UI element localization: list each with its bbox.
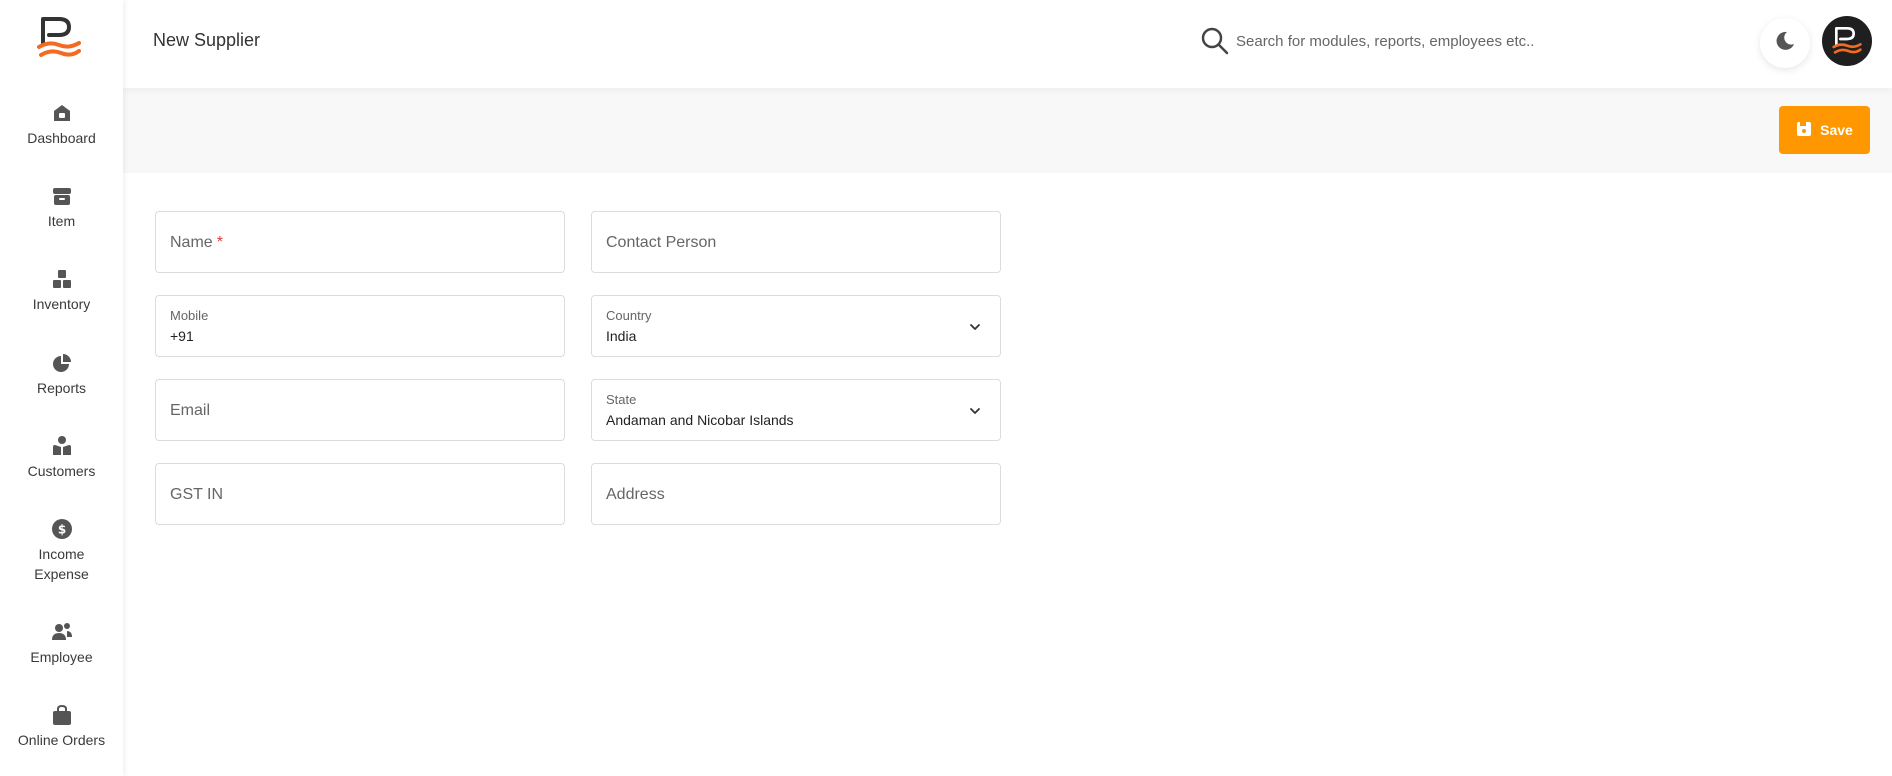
theme-toggle-button[interactable] <box>1760 18 1810 68</box>
sidebar-item-label: Inventory <box>32 296 91 312</box>
state-value: Andaman and Nicobar Islands <box>606 412 794 428</box>
sidebar-item-online-orders[interactable]: Online Orders <box>0 704 123 750</box>
sidebar-item-item[interactable]: Item <box>0 185 123 231</box>
mobile-field[interactable]: Mobile +91 <box>155 295 565 357</box>
email-field[interactable]: Email <box>155 379 565 441</box>
mobile-value: +91 <box>170 328 194 344</box>
top-bar: New Supplier <box>123 0 1892 88</box>
page-title: New Supplier <box>153 30 261 50</box>
sidebar-item-label: Item <box>47 213 76 229</box>
name-field[interactable]: Name * <box>155 211 565 273</box>
save-button[interactable]: Save <box>1779 106 1870 154</box>
chevron-down-icon <box>968 320 982 334</box>
sidebar-item-income-expense[interactable]: $ Income Expense <box>0 518 123 584</box>
search-icon[interactable] <box>1200 26 1230 56</box>
state-select[interactable]: State Andaman and Nicobar Islands <box>591 379 1001 441</box>
country-select[interactable]: Country India <box>591 295 1001 357</box>
sidebar-item-label: Online Orders <box>17 732 106 748</box>
users-icon <box>51 621 73 643</box>
contact-person-placeholder: Contact Person <box>606 234 717 251</box>
avatar[interactable] <box>1822 16 1872 66</box>
country-value: India <box>606 328 637 344</box>
country-label: Country <box>606 308 652 323</box>
pie-chart-icon <box>51 352 73 374</box>
action-bar: Save <box>123 88 1892 173</box>
sidebar-item-employee[interactable]: Employee <box>0 621 123 667</box>
sidebar-item-reports[interactable]: Reports <box>0 352 123 398</box>
search-input[interactable] <box>1236 24 1616 58</box>
floppy-disk-icon <box>1796 121 1812 140</box>
contact-person-field[interactable]: Contact Person <box>591 211 1001 273</box>
sidebar-item-label: Dashboard <box>27 130 96 146</box>
shopping-bag-icon <box>51 704 73 726</box>
mobile-label: Mobile <box>170 308 209 323</box>
app-logo[interactable] <box>37 17 81 59</box>
moon-icon <box>1773 29 1797 58</box>
state-label: State <box>606 392 637 407</box>
email-placeholder: Email <box>170 402 211 419</box>
sidebar-item-inventory[interactable]: Inventory <box>0 268 123 314</box>
gstin-placeholder: GST IN <box>170 486 224 503</box>
sidebar-item-customers[interactable]: Customers <box>0 435 123 481</box>
home-icon <box>51 102 73 124</box>
address-placeholder: Address <box>606 486 665 503</box>
svg-text:$: $ <box>57 523 65 537</box>
name-placeholder: Name * <box>170 234 223 251</box>
sidebar: Dashboard Item Inventory Reports Custome… <box>0 0 123 776</box>
customers-icon <box>51 435 73 457</box>
sidebar-item-label: Customers <box>27 463 96 479</box>
required-mark: * <box>216 234 223 251</box>
sidebar-item-label: Income Expense <box>34 546 89 582</box>
address-field[interactable]: Address <box>591 463 1001 525</box>
boxes-icon <box>51 268 73 290</box>
sidebar-item-label: Reports <box>36 380 87 396</box>
sidebar-item-dashboard[interactable]: Dashboard <box>0 102 123 148</box>
sidebar-item-label: Employee <box>30 649 93 665</box>
save-button-label: Save <box>1820 122 1853 138</box>
dollar-circle-icon: $ <box>51 518 73 540</box>
gstin-field[interactable]: GST IN <box>155 463 565 525</box>
chevron-down-icon <box>968 404 982 418</box>
archive-box-icon <box>51 185 73 207</box>
